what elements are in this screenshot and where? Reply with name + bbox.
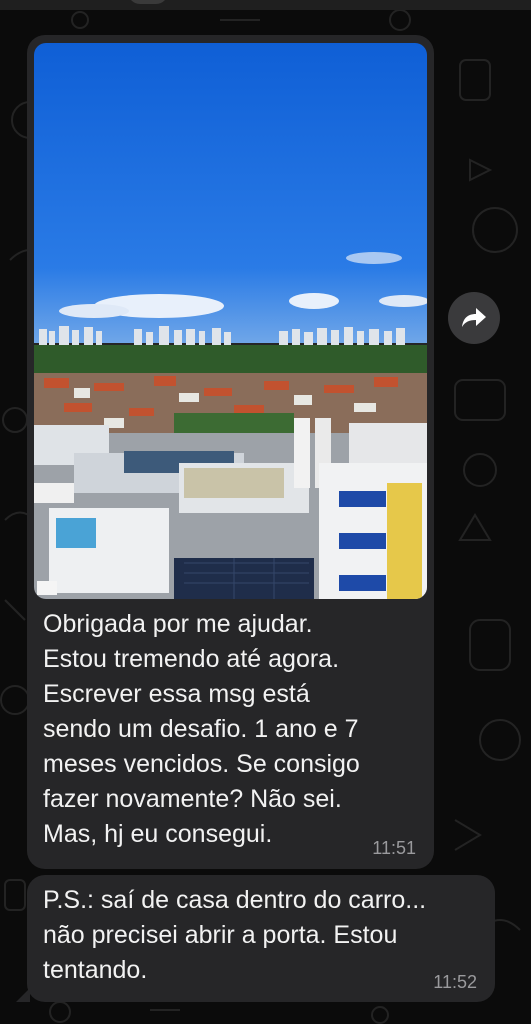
message-text: P.S.: saí de casa dentro do carro... não… [43, 886, 427, 984]
message-bubble-text[interactable]: P.S.: saí de casa dentro do carro... não… [16, 875, 495, 1002]
message-text: Obrigada por me ajudar. Estou tremendo a… [43, 610, 360, 848]
bubble-tail [16, 988, 30, 1002]
city-photo-illustration [34, 43, 427, 599]
message-timestamp: 11:52 [433, 972, 477, 992]
message-bubble-image[interactable]: Obrigada por me ajudar. Estou tremendo a… [27, 35, 434, 869]
forward-button[interactable] [448, 292, 500, 344]
photo-city-view[interactable] [34, 43, 427, 599]
forward-arrow-icon [462, 308, 486, 327]
top-strip [0, 0, 531, 10]
message-timestamp: 11:51 [372, 838, 416, 858]
